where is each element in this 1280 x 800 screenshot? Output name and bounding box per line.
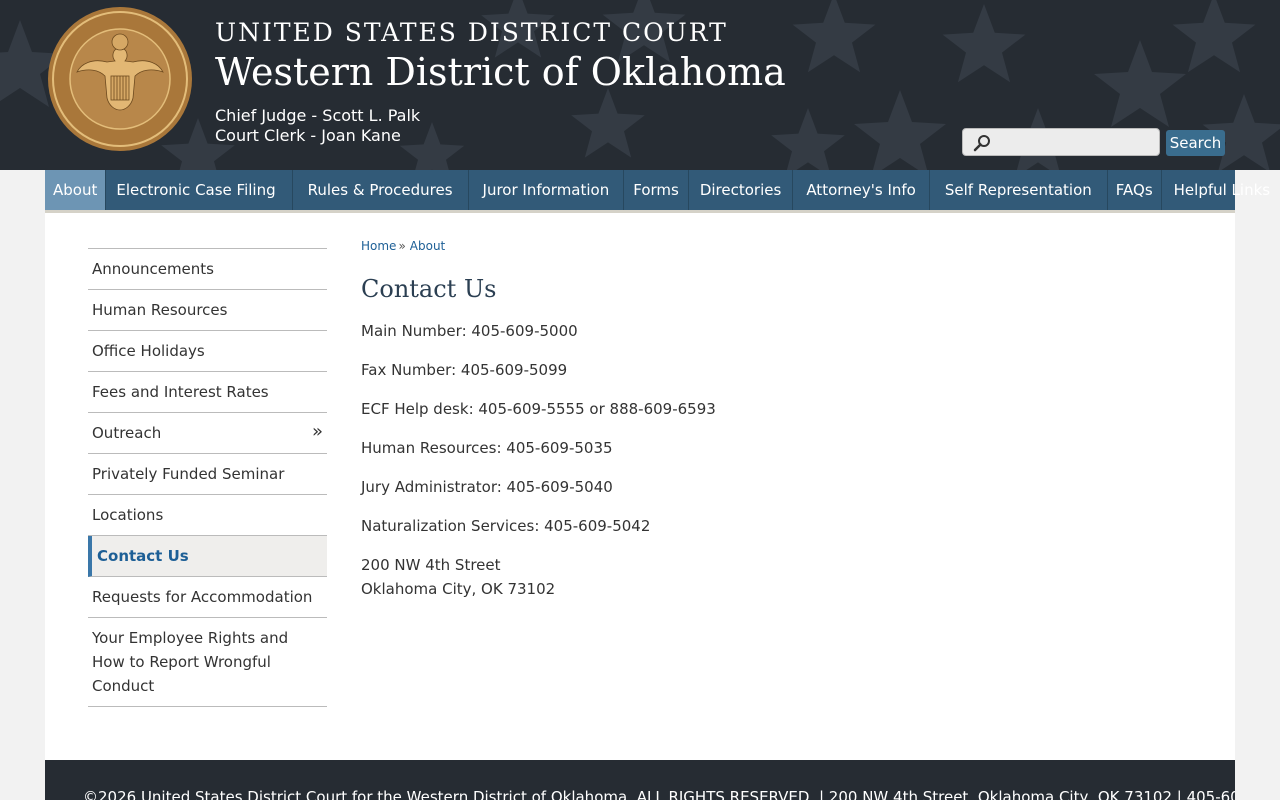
sidebar-item-label: Your Employee Rights and How to Report W… bbox=[92, 629, 289, 695]
sidebar-item-contact-us[interactable]: Contact Us bbox=[88, 536, 327, 577]
court-clerk-text: Court Clerk - Joan Kane bbox=[215, 126, 401, 145]
search-input[interactable] bbox=[993, 131, 1157, 155]
sidebar-item-label: Privately Funded Seminar bbox=[92, 465, 285, 483]
address-city: Oklahoma City, OK 73102 bbox=[361, 580, 556, 598]
court-seal-logo[interactable] bbox=[47, 6, 193, 152]
sidebar-item-fees-interest-rates[interactable]: Fees and Interest Rates bbox=[88, 372, 327, 413]
nav-item-self-representation[interactable]: Self Representation bbox=[930, 170, 1108, 210]
sidebar-item-outreach[interactable]: Outreach » bbox=[88, 413, 327, 454]
chief-judge-text: Chief Judge - Scott L. Palk bbox=[215, 106, 421, 125]
address-street: 200 NW 4th Street bbox=[361, 556, 501, 574]
sidebar-item-locations[interactable]: Locations bbox=[88, 495, 327, 536]
nav-item-directories[interactable]: Directories bbox=[689, 170, 794, 210]
sidebar-item-requests-accommodation[interactable]: Requests for Accommodation bbox=[88, 577, 327, 618]
main-navigation: About Electronic Case Filing Rules & Pro… bbox=[45, 170, 1270, 213]
nav-item-forms[interactable]: Forms bbox=[624, 170, 689, 210]
sidebar-item-label: Contact Us bbox=[97, 547, 189, 565]
search-button[interactable]: Search bbox=[1166, 130, 1225, 156]
search-icon bbox=[973, 135, 990, 152]
human-resources-text: Human Resources: 405-609-5035 bbox=[361, 439, 613, 457]
nav-item-juror-information[interactable]: Juror Information bbox=[469, 170, 625, 210]
site-header: United States District Court Western Dis… bbox=[0, 0, 1280, 170]
sidebar-item-label: Human Resources bbox=[92, 301, 228, 319]
sidebar-item-label: Locations bbox=[92, 506, 164, 524]
nav-item-about[interactable]: About bbox=[45, 170, 107, 210]
nav-item-electronic-case-filing[interactable]: Electronic Case Filing bbox=[106, 170, 293, 210]
ecf-help-desk-text: ECF Help desk: 405-609-5555 or 888-609-6… bbox=[361, 400, 716, 418]
jury-administrator-text: Jury Administrator: 405-609-5040 bbox=[361, 478, 613, 496]
sidebar-item-human-resources[interactable]: Human Resources bbox=[88, 290, 327, 331]
nav-item-rules-procedures[interactable]: Rules & Procedures bbox=[293, 170, 469, 210]
breadcrumb-home-link[interactable]: Home bbox=[361, 239, 396, 253]
site-footer: ©2026 United States District Court for t… bbox=[45, 760, 1235, 800]
breadcrumb-about-link[interactable]: About bbox=[410, 239, 445, 253]
naturalization-services-text: Naturalization Services: 405-609-5042 bbox=[361, 517, 651, 535]
sidebar-item-label: Outreach bbox=[92, 424, 162, 442]
page-title: Contact Us bbox=[361, 275, 497, 303]
main-number-text: Main Number: 405-609-5000 bbox=[361, 322, 578, 340]
sidebar-item-employee-rights[interactable]: Your Employee Rights and How to Report W… bbox=[88, 618, 327, 707]
sidebar-item-office-holidays[interactable]: Office Holidays bbox=[88, 331, 327, 372]
nav-item-faqs[interactable]: FAQs bbox=[1108, 170, 1162, 210]
sidebar-item-label: Fees and Interest Rates bbox=[92, 383, 269, 401]
expand-arrow-icon[interactable]: » bbox=[312, 420, 323, 444]
breadcrumb: Home» About bbox=[361, 239, 445, 253]
fax-number-text: Fax Number: 405-609-5099 bbox=[361, 361, 568, 379]
search-field[interactable] bbox=[962, 128, 1160, 156]
sidebar-item-announcements[interactable]: Announcements bbox=[88, 249, 327, 290]
sidebar-item-privately-funded-seminar[interactable]: Privately Funded Seminar bbox=[88, 454, 327, 495]
breadcrumb-separator: » bbox=[398, 239, 406, 253]
main-content-area: Announcements Human Resources Office Hol… bbox=[45, 213, 1235, 760]
sidebar-item-label: Requests for Accommodation bbox=[92, 588, 313, 606]
footer-copyright: ©2026 United States District Court for t… bbox=[83, 788, 1235, 800]
sidebar-item-label: Announcements bbox=[92, 260, 214, 278]
nav-item-attorneys-info[interactable]: Attorney's Info bbox=[793, 170, 930, 210]
sidebar-menu: Announcements Human Resources Office Hol… bbox=[88, 248, 327, 707]
court-name: United States District Court bbox=[215, 18, 728, 47]
nav-item-helpful-links[interactable]: Helpful Links bbox=[1162, 170, 1280, 210]
district-name[interactable]: Western District of Oklahoma bbox=[215, 50, 786, 94]
sidebar-item-label: Office Holidays bbox=[92, 342, 205, 360]
